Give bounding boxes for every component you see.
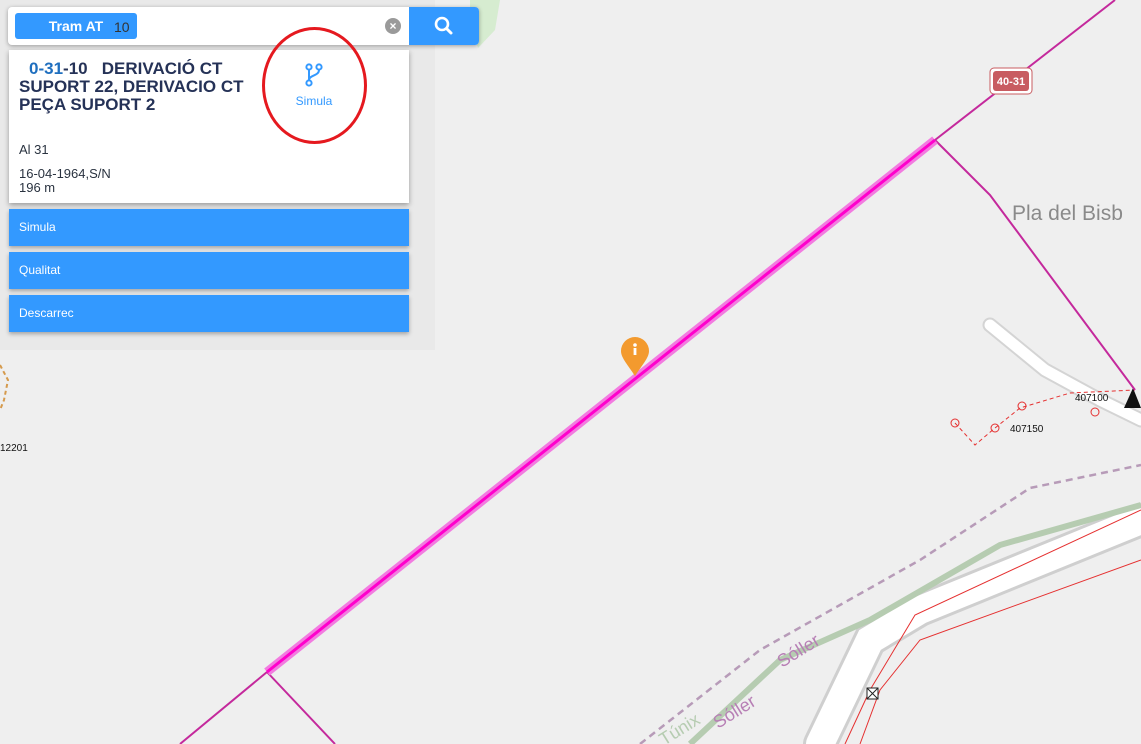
clear-icon[interactable]: × <box>385 18 401 34</box>
search-button[interactable] <box>409 7 479 45</box>
result-length: 196 m <box>19 180 56 195</box>
result-title: 0-31-10 DERIVACIÓ CT SUPORT 22, DERIVACI… <box>19 60 259 114</box>
qualitat-button[interactable]: Qualitat <box>9 252 409 289</box>
descarrec-button[interactable]: Descarrec <box>9 295 409 332</box>
result-date-owner: 16-04-1964,S/N <box>19 166 111 181</box>
line-badge-label: 40-31 <box>997 76 1025 88</box>
result-code-suffix: -10 <box>63 59 88 78</box>
search-bar: Tram AT × <box>8 7 479 45</box>
search-icon <box>434 16 453 35</box>
highlight-circle <box>262 27 367 144</box>
result-code-prefix: 0-31 <box>29 59 64 78</box>
result-conductor: Al 31 <box>19 142 49 157</box>
line-badge[interactable]: 40-31 <box>989 67 1033 95</box>
simula-button[interactable]: Simula <box>9 209 409 246</box>
point-label-407150: 407150 <box>1010 424 1044 435</box>
point-label-407100: 407100 <box>1075 393 1109 404</box>
place-name: Pla del Bisb <box>1012 202 1123 225</box>
point-label-12201: 12201 <box>0 443 28 454</box>
